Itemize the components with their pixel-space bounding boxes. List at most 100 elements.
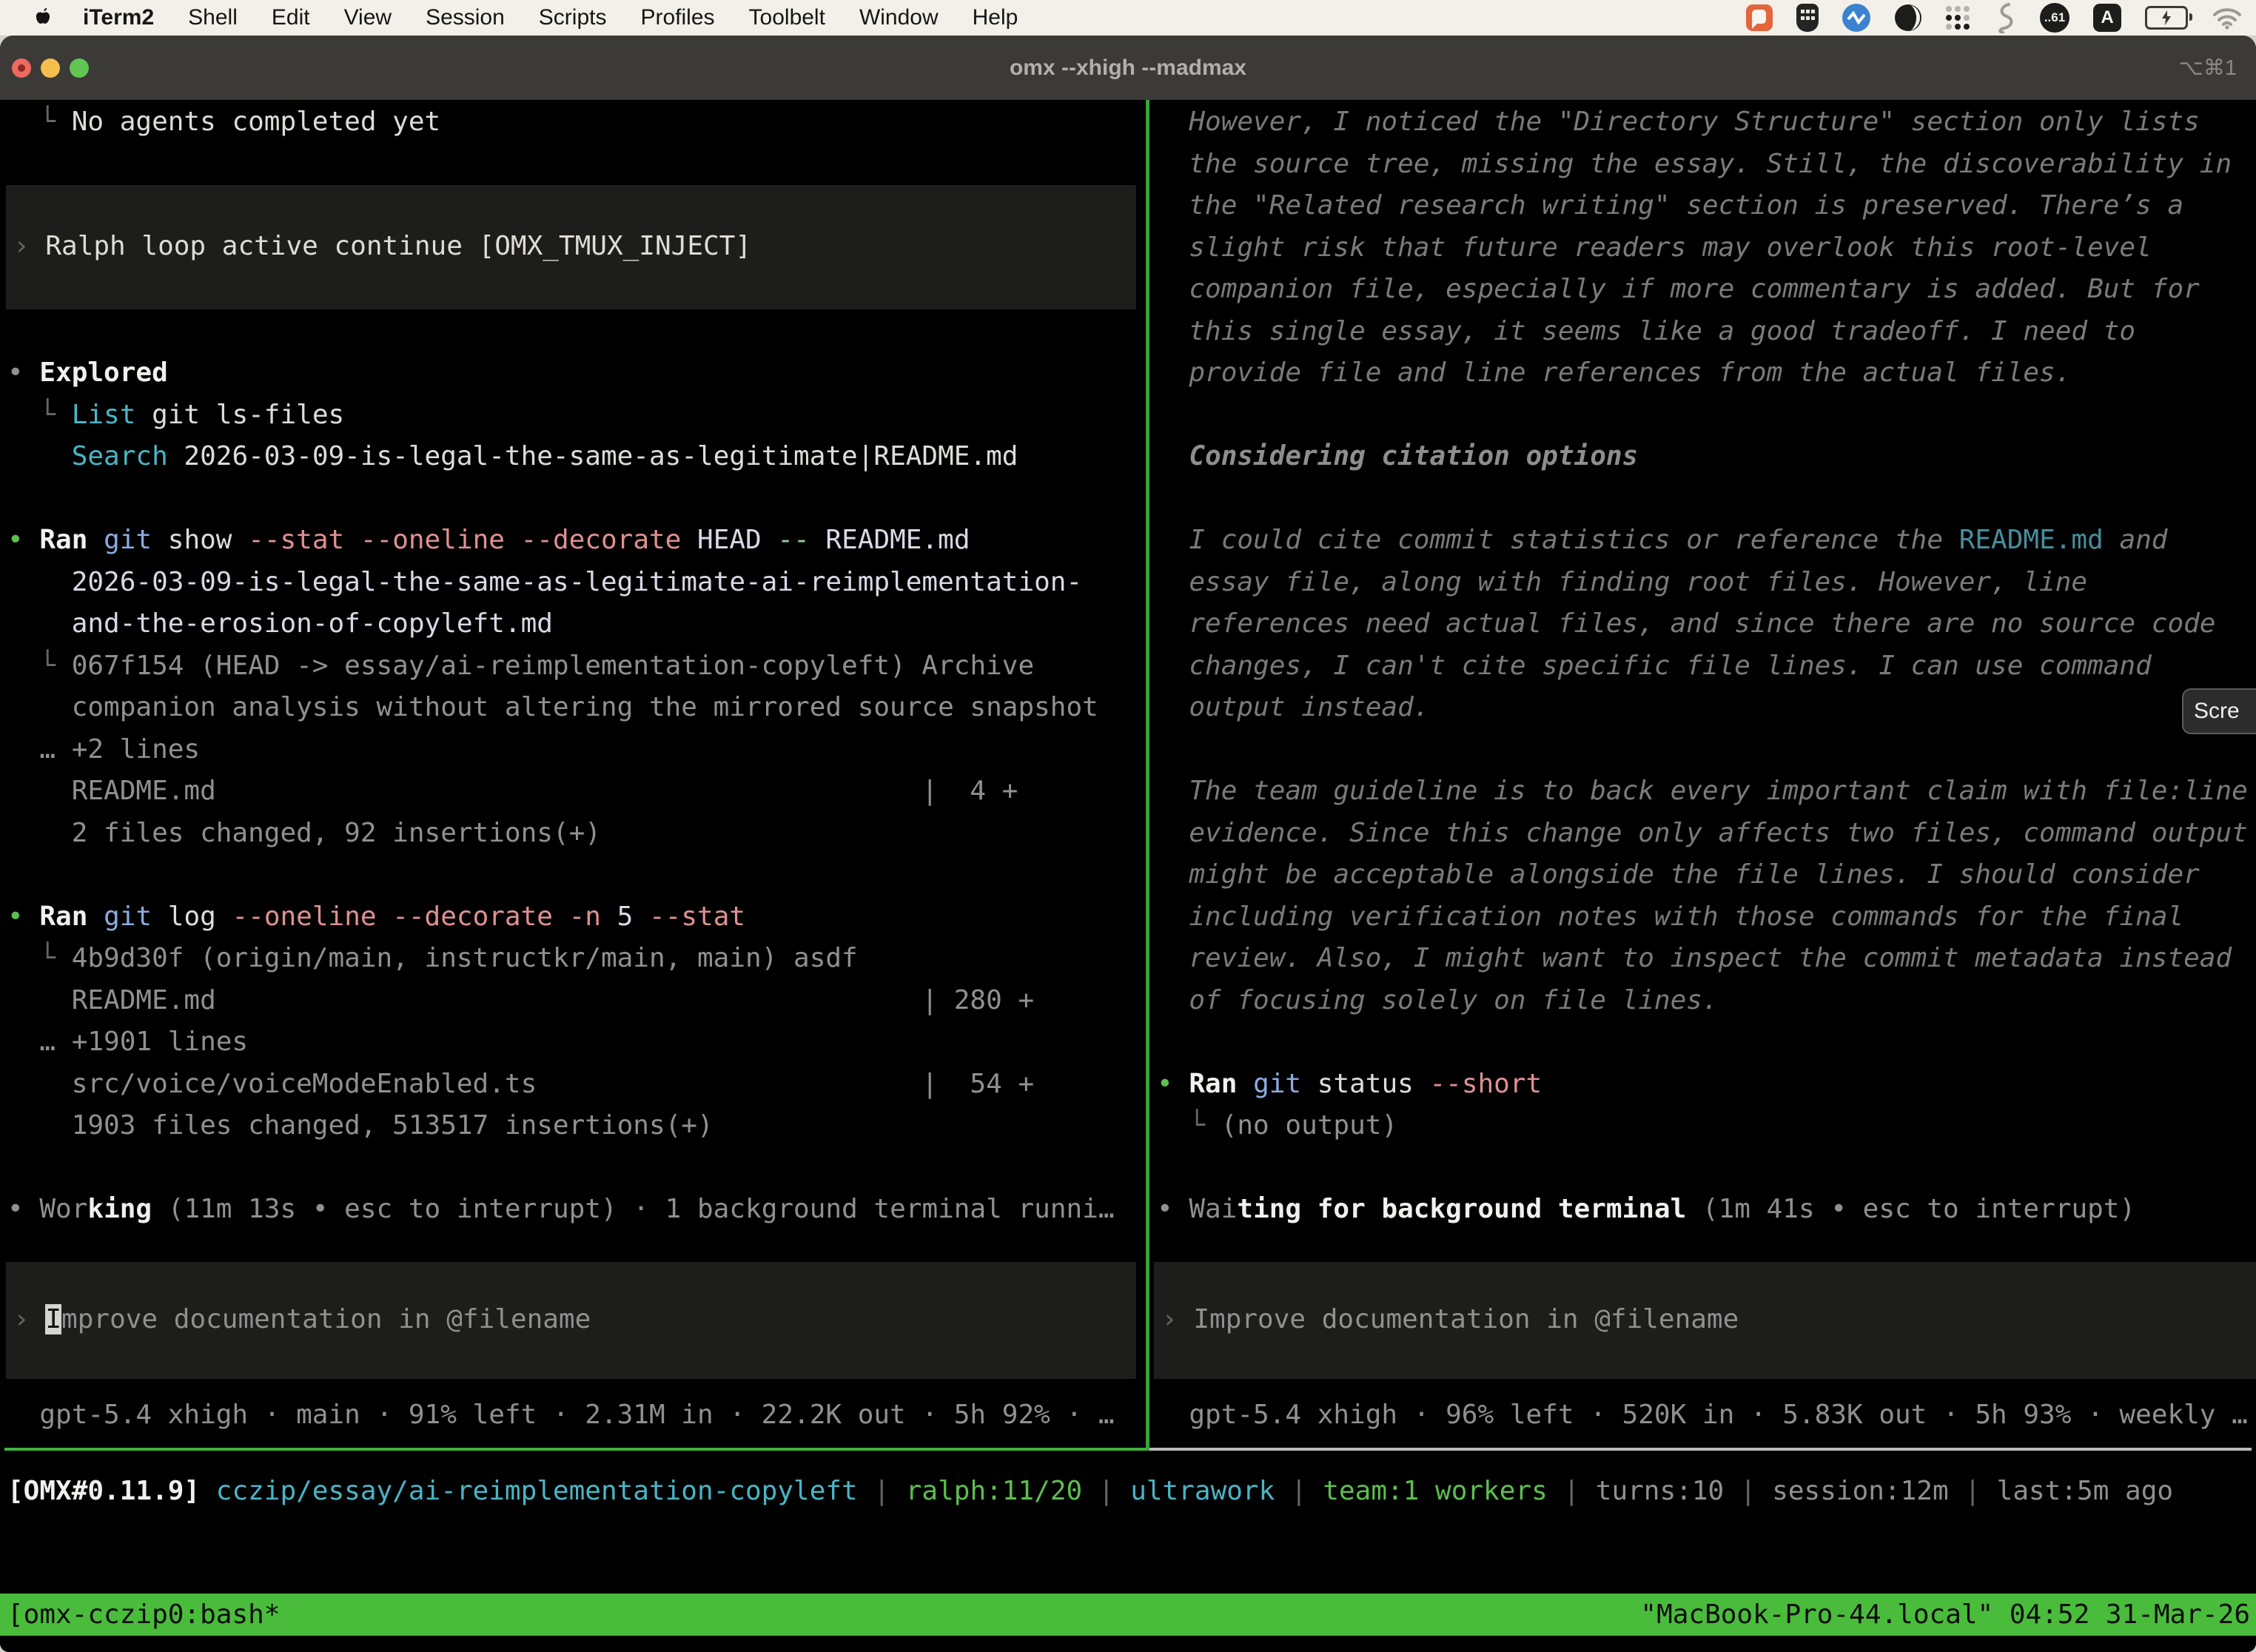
terminal-line: Search 2026-03-09-is-legal-the-same-as-l… (7, 436, 1146, 478)
terminal-line: Considering citation options (1157, 436, 2256, 478)
terminal-line: … +2 lines (7, 729, 1146, 771)
text-segment: › (13, 231, 45, 261)
terminal-line: └ No agents completed yet (7, 101, 1146, 144)
terminal-line: └ 067f154 (HEAD -> essay/ai-reimplementa… (7, 645, 1146, 688)
menu-item-toolbelt[interactable]: Toolbelt (749, 5, 825, 30)
text-segment: Wai (1189, 1194, 1237, 1224)
text-segment: the source tree, missing the essay. Stil… (1157, 149, 2232, 179)
text-segment: List (72, 400, 136, 430)
text-segment: git ls-files (135, 400, 344, 430)
menu-item-session[interactable]: Session (426, 5, 505, 30)
dots-grid-icon[interactable] (1946, 6, 1970, 30)
text-segment: README.md | 4 + (7, 776, 1018, 806)
tmux-session-label: [omx-cczip0:bash* (7, 1599, 280, 1630)
terminal-line (1157, 1147, 2256, 1189)
text-segment: Ralph loop active continue [OMX_TMUX_INJ… (45, 231, 751, 261)
menu-item-shell[interactable]: Shell (188, 5, 238, 30)
terminal-line: this single essay, it seems like a good … (1157, 311, 2256, 353)
left-model-status: gpt-5.4 xhigh · main · 91% left · 2.31M … (0, 1394, 1146, 1437)
text-segment: … +2 lines (7, 734, 200, 765)
terminal-line: [OMX#0.11.9] cczip/essay/ai-reimplementa… (7, 1471, 2256, 1513)
text-segment: └ (7, 400, 72, 430)
menu-item-app[interactable]: iTerm2 (83, 5, 154, 30)
text-segment: git (1237, 1069, 1301, 1099)
text-segment: | (1949, 1476, 1997, 1506)
text-segment: • (7, 357, 39, 388)
left-pane: └ No agents completed yet • Explored └ Li… (0, 100, 1146, 1454)
text-segment: git (87, 901, 152, 932)
menu-item-edit[interactable]: Edit (272, 5, 310, 30)
text-segment: session:12m (1772, 1476, 1948, 1506)
text-segment: › (13, 1304, 45, 1334)
text-segment: Considering citation options (1157, 441, 1638, 471)
terminal-line: • Ran git show --stat --oneline --decora… (7, 520, 1146, 562)
apple-menu-icon[interactable] (33, 6, 53, 30)
terminal-line: review. Also, I might want to inspect th… (1157, 938, 2256, 980)
ralph-loop-banner: › Ralph loop active continue [OMX_TMUX_I… (6, 185, 1136, 309)
menu-item-window[interactable]: Window (859, 5, 939, 30)
text-segment: companion file, especially if more comme… (1157, 274, 2200, 304)
screen-tooltip-label: Scre (2194, 699, 2240, 724)
terminal-line: └ 4b9d30f (origin/main, instructkr/main,… (7, 938, 1146, 980)
pulse-icon[interactable] (1842, 4, 1870, 32)
terminal-line: … +1901 lines (7, 1021, 1146, 1064)
chat-icon[interactable] (1746, 4, 1773, 31)
terminal-line: references need actual files, and since … (1157, 603, 2256, 645)
wifi-icon[interactable] (2212, 6, 2243, 30)
text-segment: HEAD (681, 525, 761, 555)
left-pane-border (4, 1448, 1146, 1451)
hook-icon[interactable] (1994, 2, 2016, 33)
terminal-line: of focusing solely on file lines. (1157, 980, 2256, 1022)
terminal-line: src/voice/voiceModeEnabled.ts | 54 + (7, 1064, 1146, 1106)
terminal-line: • Explored (7, 352, 1146, 394)
menu-item-scripts[interactable]: Scripts (539, 5, 607, 30)
right-pane-border (1149, 1448, 2252, 1451)
text-segment: including verification notes with those … (1157, 901, 2183, 932)
terminal-line (1157, 478, 2256, 520)
terminal-line: evidence. Since this change only affects… (1157, 813, 2256, 855)
text-segment: review. Also, I might want to inspect th… (1157, 943, 2232, 973)
screen-tooltip: Scre (2182, 688, 2256, 734)
menu-item-view[interactable]: View (344, 5, 392, 30)
text-segment: king (87, 1194, 152, 1224)
terminal-line: • Ran git status --short (1157, 1064, 2256, 1106)
battery-icon[interactable] (2145, 6, 2188, 30)
text-segment: └ (1157, 1110, 1221, 1141)
badge-61-icon[interactable]: ..61 (2040, 3, 2069, 33)
window-title: omx --xhigh --madmax (0, 36, 2256, 100)
right-model-status: gpt-5.4 xhigh · 96% left · 520K in · 5.8… (1149, 1394, 2256, 1437)
text-segment: I (45, 1304, 61, 1334)
text-segment: └ (7, 107, 72, 137)
text-segment: gpt-5.4 xhigh · main · 91% left · 2.31M … (7, 1400, 1115, 1430)
text-segment: The team guideline is to back every impo… (1157, 776, 2248, 806)
terminal-line: changes, I can't cite specific file line… (1157, 645, 2256, 688)
terminal-line (7, 1147, 1146, 1189)
right-prompt-input[interactable]: › Improve documentation in @filename (1154, 1262, 2256, 1379)
terminal-line: gpt-5.4 xhigh · 96% left · 520K in · 5.8… (1157, 1394, 2256, 1437)
text-segment: of focusing solely on file lines. (1157, 985, 1719, 1015)
menu-item-profiles[interactable]: Profiles (640, 5, 714, 30)
text-segment: └ (7, 943, 72, 973)
input-source-icon[interactable]: A (2093, 4, 2121, 32)
left-prompt-input[interactable]: › Improve documentation in @filename (6, 1262, 1136, 1379)
text-segment: the "Related research writing" section i… (1157, 190, 2183, 221)
text-segment: 2026-03-09-is-legal-the-same-as-legitima… (168, 441, 1018, 471)
terminal-line: › Improve documentation in @filename (1161, 1299, 2256, 1341)
terminal-line (7, 854, 1146, 896)
text-segment: I could cite commit statistics or refere… (1157, 525, 1959, 555)
moon-icon[interactable] (1894, 4, 1922, 32)
text-segment: Ran (1189, 1069, 1237, 1099)
tmux-host-clock: "MacBook-Pro-44.local" 04:52 31-Mar-26 (1640, 1599, 2250, 1630)
input-source-label: A (2101, 7, 2113, 28)
text-segment: | (1724, 1476, 1772, 1506)
menu-item-help[interactable]: Help (973, 5, 1018, 30)
text-segment: status (1301, 1069, 1414, 1099)
screen: { "menu_bar": { "app": "iTerm2", "items"… (0, 0, 2256, 1652)
terminal-line: gpt-5.4 xhigh · main · 91% left · 2.31M … (7, 1394, 1146, 1437)
text-segment: 4b9d30f (origin/main, instructkr/main, m… (72, 943, 858, 973)
text-segment: └ (7, 651, 72, 681)
terminal-line (7, 311, 1146, 353)
shield-icon[interactable] (1796, 4, 1819, 32)
text-segment: 2 files changed, 92 insertions(+) (7, 818, 601, 848)
terminal-line: slight risk that future readers may over… (1157, 227, 2256, 269)
